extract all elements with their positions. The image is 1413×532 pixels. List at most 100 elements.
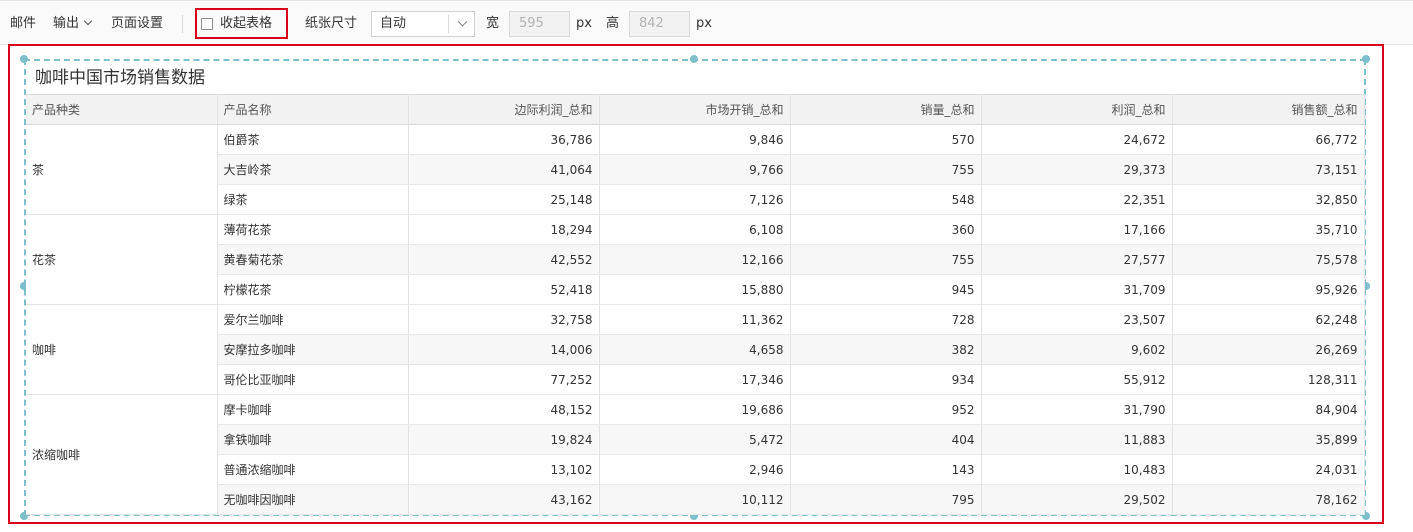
value-cell: 17,346	[599, 364, 791, 395]
table-row[interactable]: 无咖啡因咖啡 43,162 10,112 795 29,502 78,162	[26, 484, 1365, 515]
table-row[interactable]: 普通浓缩咖啡 13,102 2,946 143 10,483 24,031	[26, 454, 1365, 485]
product-name-cell: 爱尔兰咖啡	[217, 304, 409, 335]
value-cell: 755	[790, 154, 982, 185]
value-cell: 27,577	[981, 244, 1173, 275]
product-name-cell: 薄荷花茶	[217, 214, 409, 245]
collapse-table-checkbox[interactable]	[201, 18, 213, 30]
value-cell: 18,294	[408, 214, 600, 245]
value-cell: 934	[790, 364, 982, 395]
table-row[interactable]: 哥伦比亚咖啡 77,252 17,346 934 55,912 128,311	[26, 364, 1365, 395]
resize-handle-top-left[interactable]	[20, 55, 28, 63]
value-cell: 32,758	[408, 304, 600, 335]
value-cell: 77,252	[408, 364, 600, 395]
value-cell: 15,880	[599, 274, 791, 305]
value-cell: 9,766	[599, 154, 791, 185]
table-body: 茶伯爵茶 36,786 9,846 570 24,672 66,772 大吉岭茶 41,064…	[26, 124, 1365, 515]
column-header[interactable]: 利润_总和	[981, 94, 1173, 125]
product-name-cell: 无咖啡因咖啡	[217, 484, 409, 515]
width-input[interactable]: 595	[509, 11, 570, 37]
value-cell: 29,373	[981, 154, 1173, 185]
export-menu-button[interactable]: 输出	[53, 1, 93, 46]
product-name-cell: 大吉岭茶	[217, 154, 409, 185]
column-header[interactable]: 产品种类	[26, 94, 218, 125]
collapse-table-toggle[interactable]: 收起表格	[195, 8, 288, 39]
value-cell: 75,578	[1172, 244, 1365, 275]
column-header[interactable]: 销量_总和	[790, 94, 982, 125]
chevron-down-icon	[457, 16, 468, 27]
column-header[interactable]: 边际利润_总和	[408, 94, 600, 125]
product-name-cell: 绿茶	[217, 184, 409, 215]
value-cell: 36,786	[408, 124, 600, 155]
product-name-cell: 普通浓缩咖啡	[217, 454, 409, 485]
width-unit: px	[576, 16, 592, 31]
value-cell: 570	[790, 124, 982, 155]
value-cell: 17,166	[981, 214, 1173, 245]
table-row[interactable]: 绿茶 25,148 7,126 548 22,351 32,850	[26, 184, 1365, 215]
product-name-cell: 柠檬花茶	[217, 274, 409, 305]
value-cell: 143	[790, 454, 982, 485]
value-cell: 382	[790, 334, 982, 365]
table-row[interactable]: 黄春菊花茶 42,552 12,166 755 27,577 75,578	[26, 244, 1365, 275]
resize-handle-top-right[interactable]	[1362, 55, 1370, 63]
value-cell: 10,112	[599, 484, 791, 515]
category-cell: 咖啡	[26, 304, 218, 395]
value-cell: 404	[790, 424, 982, 455]
table-row[interactable]: 花茶 薄荷花茶 18,294 6,108 360 17,166 35,710	[26, 214, 1365, 305]
value-cell: 9,846	[599, 124, 791, 155]
category-cell: 茶	[26, 124, 218, 215]
table-row[interactable]: 浓缩咖啡 摩卡咖啡 48,152 19,686 952 31,790 84,904	[26, 394, 1365, 515]
value-cell: 25,148	[408, 184, 600, 215]
page-settings-button[interactable]: 页面设置	[111, 1, 163, 46]
paper-size-select[interactable]: 自动	[371, 11, 475, 37]
value-cell: 32,850	[1172, 184, 1365, 215]
value-cell: 41,064	[408, 154, 600, 185]
toolbar-divider	[182, 15, 183, 33]
table-row[interactable]: 茶伯爵茶 36,786 9,846 570 24,672 66,772	[26, 124, 1365, 215]
category-cell: 浓缩咖啡	[26, 394, 218, 515]
height-label: 高	[606, 16, 620, 31]
width-label: 宽	[486, 16, 500, 31]
product-name-cell: 伯爵茶	[217, 124, 409, 155]
value-cell: 52,418	[408, 274, 600, 305]
value-cell: 95,926	[1172, 274, 1365, 305]
value-cell: 55,912	[981, 364, 1173, 395]
resize-handle-top[interactable]	[690, 55, 698, 63]
value-cell: 952	[790, 394, 982, 425]
value-cell: 945	[790, 274, 982, 305]
column-header[interactable]: 产品名称	[217, 94, 409, 125]
table-header-row: 产品种类 产品名称 边际利润_总和 市场开销_总和 销量_总和 利润_总和 销售…	[26, 94, 1365, 125]
value-cell: 31,709	[981, 274, 1173, 305]
sales-table: 产品种类 产品名称 边际利润_总和 市场开销_总和 销量_总和 利润_总和 销售…	[26, 94, 1365, 515]
category-cell: 花茶	[26, 214, 218, 305]
collapse-table-label: 收起表格	[220, 16, 273, 31]
table-row[interactable]: 大吉岭茶 41,064 9,766 755 29,373 73,151	[26, 154, 1365, 185]
table-row[interactable]: 咖啡 爱尔兰咖啡 32,758 11,362 728 23,507 62,248	[26, 304, 1365, 395]
table-row[interactable]: 柠檬花茶 52,418 15,880 945 31,709 95,926	[26, 274, 1365, 305]
height-unit: px	[696, 16, 712, 31]
height-input[interactable]: 842	[629, 11, 690, 37]
product-name-cell: 摩卡咖啡	[217, 394, 409, 425]
value-cell: 14,006	[408, 334, 600, 365]
column-header[interactable]: 市场开销_总和	[599, 94, 791, 125]
value-cell: 11,362	[599, 304, 791, 335]
value-cell: 24,031	[1172, 454, 1365, 485]
table-row[interactable]: 拿铁咖啡 19,824 5,472 404 11,883 35,899	[26, 424, 1365, 455]
value-cell: 2,946	[599, 454, 791, 485]
value-cell: 31,790	[981, 394, 1173, 425]
value-cell: 35,899	[1172, 424, 1365, 455]
value-cell: 128,311	[1172, 364, 1365, 395]
value-cell: 26,269	[1172, 334, 1365, 365]
value-cell: 7,126	[599, 184, 791, 215]
value-cell: 73,151	[1172, 154, 1365, 185]
value-cell: 728	[790, 304, 982, 335]
mail-button[interactable]: 邮件	[10, 1, 36, 46]
column-header[interactable]: 销售额_总和	[1172, 94, 1365, 125]
value-cell: 24,672	[981, 124, 1173, 155]
table-row[interactable]: 安摩拉多咖啡 14,006 4,658 382 9,602 26,269	[26, 334, 1365, 365]
value-cell: 10,483	[981, 454, 1173, 485]
value-cell: 23,507	[981, 304, 1173, 335]
value-cell: 4,658	[599, 334, 791, 365]
value-cell: 19,824	[408, 424, 600, 455]
value-cell: 29,502	[981, 484, 1173, 515]
value-cell: 43,162	[408, 484, 600, 515]
